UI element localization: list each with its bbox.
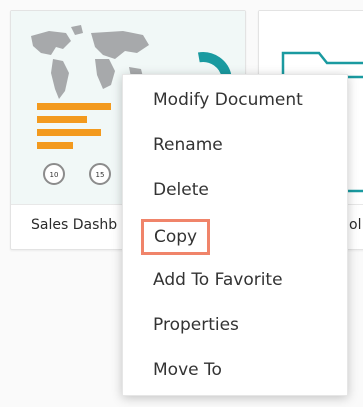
menu-item-move-to[interactable]: Move To <box>153 356 222 384</box>
menu-item-copy[interactable]: Copy <box>141 219 211 255</box>
menu-item-rename[interactable]: Rename <box>153 131 223 159</box>
bar-chart-icon <box>37 103 111 149</box>
context-menu: Modify Document Rename Delete Copy Add T… <box>122 74 348 396</box>
menu-item-modify-document[interactable]: Modify Document <box>153 86 303 114</box>
menu-item-properties[interactable]: Properties <box>153 311 239 339</box>
kpi-value-2: 15 <box>96 171 105 179</box>
card-title: ol <box>349 217 362 233</box>
kpi-value-1: 10 <box>50 171 59 179</box>
menu-item-delete[interactable]: Delete <box>153 176 209 204</box>
card-title: Sales Dashb <box>31 217 118 233</box>
menu-item-add-to-favorite[interactable]: Add To Favorite <box>153 266 283 294</box>
